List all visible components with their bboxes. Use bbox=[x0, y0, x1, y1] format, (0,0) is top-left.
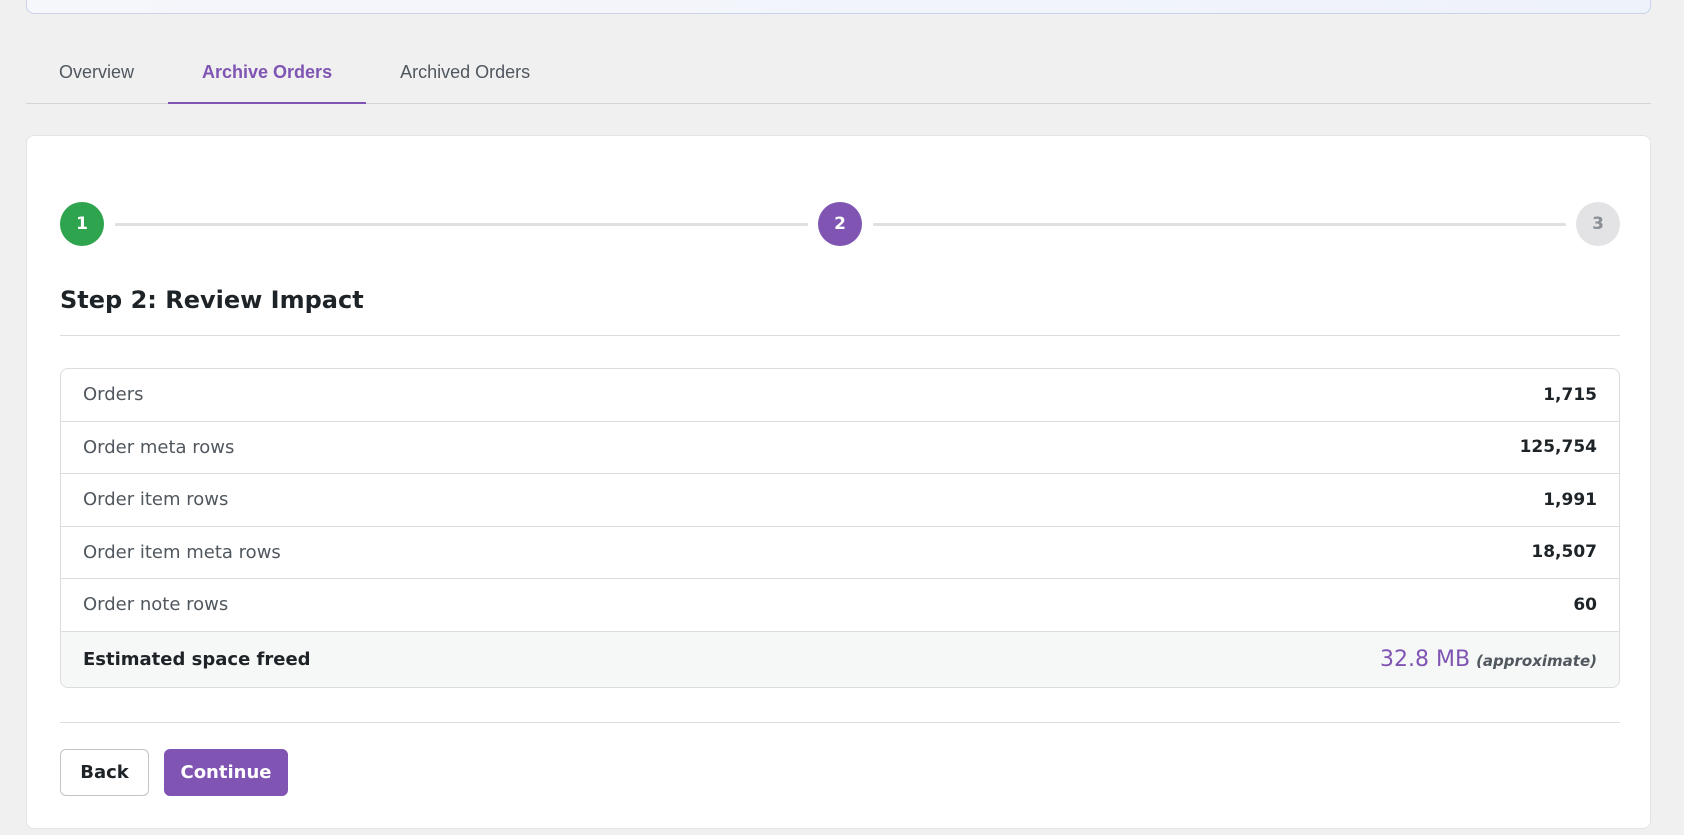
stepper-connector bbox=[115, 223, 808, 226]
archive-card: 1 2 3 Step 2: Review Impact Orders 1,715… bbox=[26, 135, 1651, 829]
continue-button[interactable]: Continue bbox=[164, 749, 288, 796]
step-indicator-3: 3 bbox=[1576, 202, 1620, 246]
summary-row-label: Order item rows bbox=[83, 489, 229, 511]
approximate-note: (approximate) bbox=[1476, 651, 1597, 670]
tab-overview[interactable]: Overview bbox=[26, 48, 168, 103]
top-banner bbox=[26, 0, 1651, 14]
total-label: Estimated space freed bbox=[83, 648, 311, 670]
tab-archived-orders[interactable]: Archived Orders bbox=[366, 48, 564, 103]
summary-row-value: 60 bbox=[1573, 594, 1597, 615]
stepper: 1 2 3 bbox=[60, 202, 1620, 246]
summary-row-label: Order item meta rows bbox=[83, 541, 281, 563]
tab-bar: Overview Archive Orders Archived Orders bbox=[26, 48, 1651, 104]
summary-row-value: 18,507 bbox=[1531, 542, 1597, 563]
divider bbox=[60, 335, 1620, 336]
step-indicator-2: 2 bbox=[818, 202, 862, 246]
summary-row-label: Order note rows bbox=[83, 594, 229, 616]
tab-archive-orders[interactable]: Archive Orders bbox=[168, 48, 367, 104]
summary-row: Order note rows 60 bbox=[61, 579, 1619, 632]
step-title: Step 2: Review Impact bbox=[60, 286, 364, 314]
divider bbox=[60, 722, 1620, 723]
summary-row: Order item rows 1,991 bbox=[61, 474, 1619, 527]
stepper-connector bbox=[873, 223, 1566, 226]
summary-row-value: 1,715 bbox=[1543, 384, 1597, 405]
step-indicator-1: 1 bbox=[60, 202, 104, 246]
summary-row-label: Orders bbox=[83, 384, 144, 406]
summary-row: Order meta rows 125,754 bbox=[61, 422, 1619, 474]
summary-row-value: 1,991 bbox=[1543, 489, 1597, 510]
total-value: 32.8 MB (approximate) bbox=[1380, 647, 1597, 672]
impact-summary-table: Orders 1,715 Order meta rows 125,754 Ord… bbox=[60, 368, 1620, 688]
summary-row-label: Order meta rows bbox=[83, 436, 235, 458]
summary-row: Orders 1,715 bbox=[61, 369, 1619, 422]
summary-total-row: Estimated space freed 32.8 MB (approxima… bbox=[61, 631, 1619, 687]
back-button[interactable]: Back bbox=[60, 749, 149, 796]
summary-row: Order item meta rows 18,507 bbox=[61, 527, 1619, 579]
page: Overview Archive Orders Archived Orders … bbox=[0, 0, 1684, 835]
summary-row-value: 125,754 bbox=[1519, 437, 1597, 458]
estimated-size: 32.8 MB bbox=[1380, 646, 1471, 672]
